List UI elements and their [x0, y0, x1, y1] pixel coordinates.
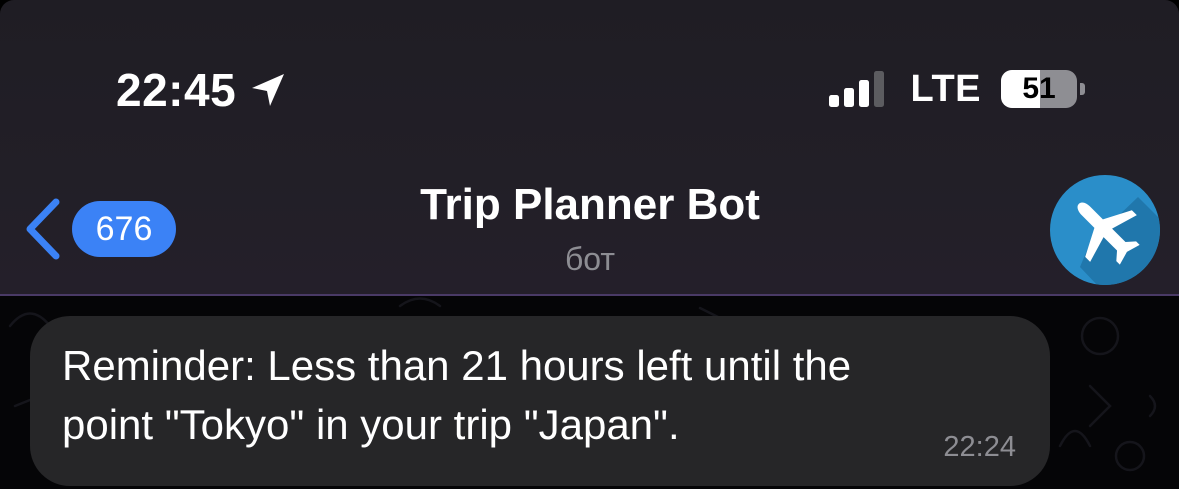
message-line: point "Tokyo" in your trip "Japan".: [62, 401, 680, 448]
location-arrow-icon: [248, 70, 288, 110]
network-type: LTE: [910, 67, 981, 110]
battery-level: 51: [1022, 72, 1056, 105]
bot-avatar[interactable]: [1050, 175, 1160, 285]
unread-count-badge: 676: [72, 201, 176, 257]
chat-subtitle: бот: [564, 241, 616, 277]
message-timestamp: 22:24: [943, 431, 1016, 463]
battery-cap: [1080, 83, 1085, 95]
chat-screen: 22:45 LTE 51 676 Trip Planner Bot бот Re…: [0, 0, 1179, 489]
status-time: 22:45: [116, 64, 237, 116]
chevron-left-icon: [20, 196, 66, 262]
battery-icon: 51: [1001, 70, 1077, 108]
chat-header: 22:45 LTE 51 676 Trip Planner Bot бот: [0, 0, 1179, 296]
chat-title: Trip Planner Bot: [420, 180, 760, 229]
airplane-icon: [1077, 197, 1160, 285]
status-bar-left: 22:45: [116, 62, 288, 118]
message-line: Reminder: Less than 21 hours left until …: [62, 342, 852, 389]
cellular-signal-icon: [828, 69, 887, 109]
status-bar-right: LTE 51: [828, 64, 1085, 114]
chat-title-block[interactable]: Trip Planner Bot бот: [290, 178, 890, 280]
back-button[interactable]: 676: [20, 196, 176, 262]
message-bubble[interactable]: Reminder: Less than 21 hours left until …: [30, 316, 1050, 486]
